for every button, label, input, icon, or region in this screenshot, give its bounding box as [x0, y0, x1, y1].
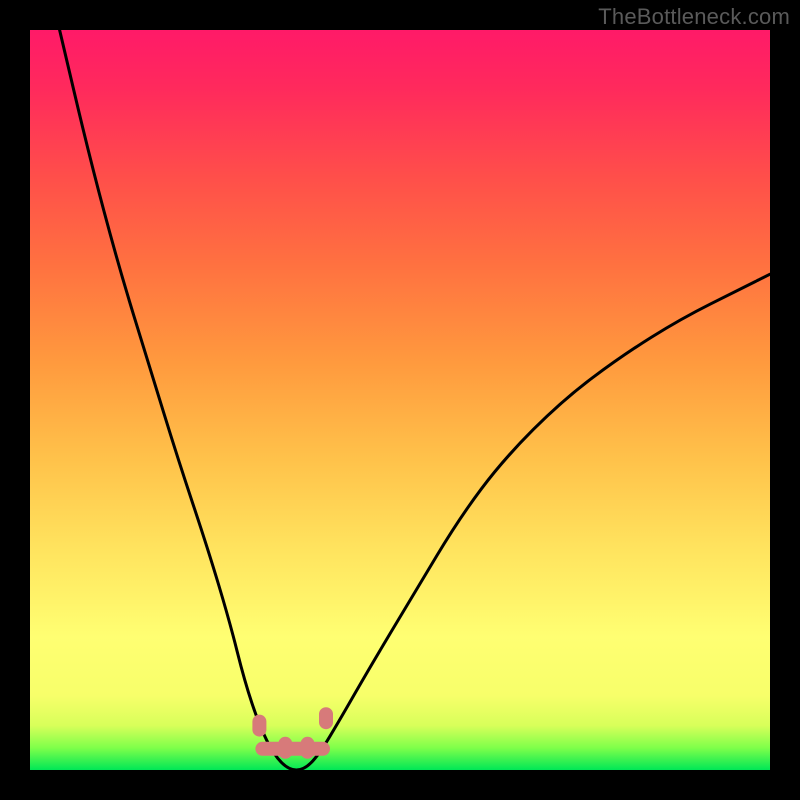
min-marker-bridge [255, 742, 330, 756]
watermark-text: TheBottleneck.com [598, 4, 790, 30]
min-marker [252, 715, 266, 737]
bottleneck-curve [30, 30, 770, 770]
min-marker [278, 737, 292, 759]
min-marker [301, 737, 315, 759]
curve-line [60, 30, 770, 770]
min-marker [319, 707, 333, 729]
chart-frame: TheBottleneck.com [0, 0, 800, 800]
plot-area [30, 30, 770, 770]
min-markers [252, 707, 333, 759]
